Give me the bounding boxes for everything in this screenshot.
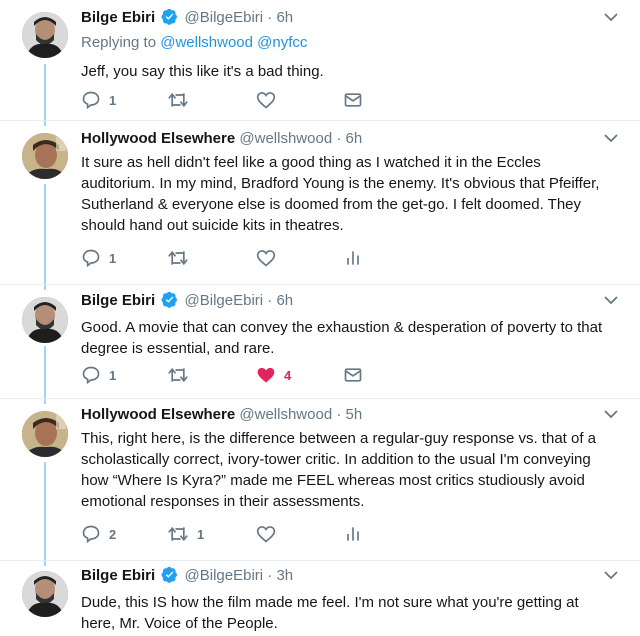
tweet-header: Hollywood Elsewhere @wellshwood · 6h: [81, 129, 610, 149]
author-name[interactable]: Bilge Ebiri: [81, 9, 155, 26]
retweet-button[interactable]: [167, 364, 197, 386]
separator: ·: [267, 567, 273, 584]
like-icon: [256, 250, 276, 267]
chevron-down-icon[interactable]: [604, 570, 618, 580]
separator: ·: [336, 406, 342, 423]
analytics-button[interactable]: [343, 523, 363, 545]
reply-button[interactable]: 2: [81, 523, 116, 545]
avatar-bilge-ebiri[interactable]: [22, 297, 68, 343]
timestamp[interactable]: 3h: [276, 567, 293, 584]
like-button[interactable]: [256, 247, 284, 269]
reply-button[interactable]: 1: [81, 364, 116, 386]
separator: ·: [336, 130, 342, 147]
tweet[interactable]: Bilge Ebiri @BilgeEbiri · 6h Good. A mov…: [0, 285, 640, 399]
tweet-text: Jeff, you say this like it's a bad thing…: [81, 63, 324, 80]
retweet-button[interactable]: [167, 247, 197, 269]
reply-count: 1: [109, 92, 117, 108]
tweet-text: This, right here, is the difference betw…: [81, 430, 597, 510]
separator: ·: [267, 9, 273, 26]
verified-badge-icon: [161, 8, 178, 31]
analytics-icon: [347, 527, 359, 541]
tweet-text: Good. A movie that can convey the exhaus…: [81, 319, 603, 357]
like-icon: [256, 92, 276, 109]
retweet-button[interactable]: [167, 89, 197, 111]
reply-button[interactable]: 1: [81, 89, 116, 111]
message-icon: [344, 368, 362, 382]
timestamp[interactable]: 5h: [346, 406, 363, 423]
reply-button[interactable]: 1: [81, 247, 116, 269]
author-handle[interactable]: @BilgeEbiri: [185, 9, 264, 26]
message-button[interactable]: [343, 364, 363, 386]
like-button[interactable]: [256, 523, 284, 545]
author-handle[interactable]: @wellshwood: [239, 406, 332, 423]
reply-icon: [82, 249, 100, 268]
author-handle[interactable]: @BilgeEbiri: [185, 292, 264, 309]
author-name[interactable]: Hollywood Elsewhere: [81, 406, 235, 423]
replying-to: Replying to @wellshwood @nyfcc: [81, 33, 610, 53]
chevron-down-icon[interactable]: [604, 295, 618, 305]
timestamp[interactable]: 6h: [276, 9, 293, 26]
tweet-header: Bilge Ebiri @BilgeEbiri · 6h: [81, 8, 610, 31]
verified-badge-icon: [161, 291, 178, 314]
timestamp[interactable]: 6h: [346, 130, 363, 147]
author-name[interactable]: Bilge Ebiri: [81, 292, 155, 309]
retweet-count: 1: [197, 526, 205, 542]
reply-mentions-link[interactable]: @wellshwood @nyfcc: [160, 34, 307, 51]
like-button[interactable]: 4: [256, 364, 291, 386]
tweet[interactable]: Hollywood Elsewhere @wellshwood · 5h Thi…: [0, 399, 640, 561]
tweet-header: Bilge Ebiri @BilgeEbiri · 3h: [81, 566, 610, 589]
retweet-icon: [168, 250, 188, 266]
retweet-icon: [168, 526, 188, 542]
author-name[interactable]: Hollywood Elsewhere: [81, 130, 235, 147]
tweet[interactable]: Bilge Ebiri @BilgeEbiri · 6h Replying to…: [0, 0, 640, 121]
timestamp[interactable]: 6h: [276, 292, 293, 309]
chevron-down-icon[interactable]: [604, 12, 618, 22]
analytics-button[interactable]: [343, 247, 363, 269]
reply-icon: [82, 91, 100, 110]
tweet-text: Dude, this IS how the film made me feel.…: [81, 594, 579, 632]
verified-badge-icon: [161, 566, 178, 589]
like-count: 4: [284, 367, 292, 383]
replying-to-label: Replying to: [81, 34, 157, 51]
retweet-button[interactable]: 1: [167, 523, 204, 545]
separator: ·: [267, 292, 273, 309]
reply-icon: [82, 525, 100, 544]
like-button[interactable]: [256, 89, 284, 111]
avatar-bilge-ebiri[interactable]: [22, 571, 68, 617]
message-button[interactable]: [343, 89, 363, 111]
chevron-down-icon[interactable]: [604, 409, 618, 419]
like-icon: [256, 526, 276, 543]
retweet-icon: [168, 92, 188, 108]
avatar-bilge-ebiri[interactable]: [22, 12, 68, 58]
tweet-header: Hollywood Elsewhere @wellshwood · 5h: [81, 405, 610, 425]
avatar-hollywood-elsewhere[interactable]: [22, 133, 68, 179]
avatar-hollywood-elsewhere[interactable]: [22, 411, 68, 457]
tweet[interactable]: Bilge Ebiri @BilgeEbiri · 3h Dude, this …: [0, 561, 640, 636]
message-icon: [344, 93, 362, 107]
like-icon-filled: [257, 367, 275, 383]
author-name[interactable]: Bilge Ebiri: [81, 567, 155, 584]
reply-count: 1: [109, 250, 117, 266]
reply-icon: [82, 366, 100, 385]
author-handle[interactable]: @BilgeEbiri: [185, 567, 264, 584]
reply-count: 2: [109, 526, 117, 542]
tweet[interactable]: Hollywood Elsewhere @wellshwood · 6h It …: [0, 121, 640, 285]
author-handle[interactable]: @wellshwood: [239, 130, 332, 147]
reply-count: 1: [109, 367, 117, 383]
tweet-header: Bilge Ebiri @BilgeEbiri · 6h: [81, 291, 610, 314]
analytics-icon: [347, 251, 359, 265]
retweet-icon: [168, 367, 188, 383]
chevron-down-icon[interactable]: [604, 133, 618, 143]
tweet-text: It sure as hell didn't feel like a good …: [81, 154, 600, 234]
